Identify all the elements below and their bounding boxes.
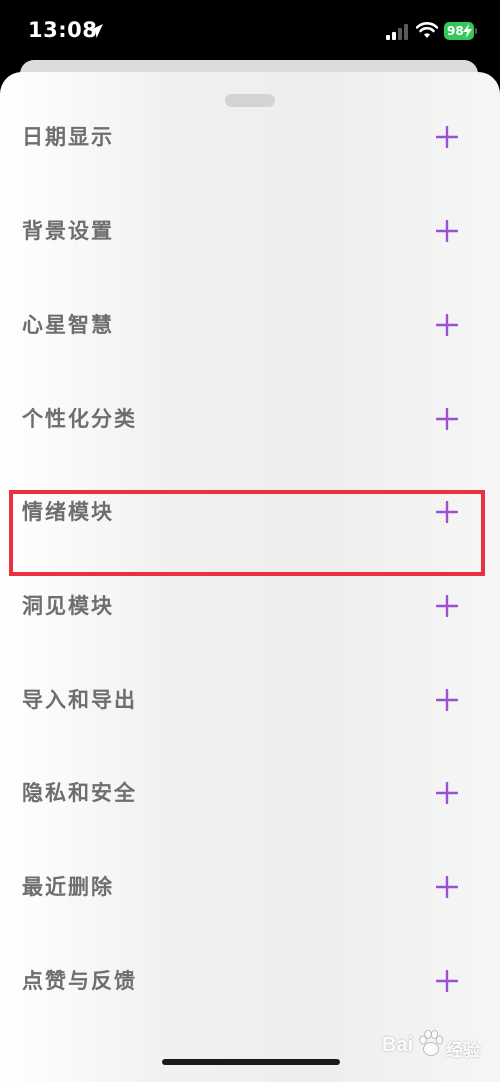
menu-item-label: 导入和导出 — [22, 688, 137, 712]
menu-item-insight-module[interactable]: 洞见模块 — [0, 575, 500, 635]
plus-icon[interactable] — [436, 314, 458, 336]
wifi-icon — [416, 22, 438, 38]
paw-icon — [419, 1030, 444, 1056]
status-bar: 13:08 98 — [0, 0, 500, 62]
menu-item-label: 隐私和安全 — [22, 781, 137, 805]
menu-item-label: 最近删除 — [22, 875, 114, 899]
menu-item-recently-deleted[interactable]: 最近删除 — [0, 856, 500, 916]
menu-item-label: 心星智慧 — [22, 313, 114, 337]
watermark: Bai 经验 — [380, 1022, 496, 1072]
home-indicator[interactable] — [162, 1059, 340, 1065]
menu-item-label: 个性化分类 — [22, 407, 137, 431]
menu-item-label: 点赞与反馈 — [22, 969, 137, 993]
plus-icon[interactable] — [436, 220, 458, 242]
plus-icon[interactable] — [436, 408, 458, 430]
menu-item-label: 洞见模块 — [22, 594, 114, 618]
menu-item-privacy-security[interactable]: 隐私和安全 — [0, 762, 500, 822]
settings-sheet: 日期显示 背景设置 心星智慧 个性化分类 情绪模块 洞见模块 导入和导出 隐私和… — [0, 72, 500, 1082]
location-arrow-icon — [89, 24, 103, 38]
plus-icon[interactable] — [436, 126, 458, 148]
plus-icon[interactable] — [436, 876, 458, 898]
menu-item-background-settings[interactable]: 背景设置 — [0, 200, 500, 260]
charging-bolt-icon — [463, 24, 472, 38]
menu-item-import-export[interactable]: 导入和导出 — [0, 669, 500, 729]
watermark-suffix: 经验 — [446, 1041, 480, 1060]
menu-item-label: 日期显示 — [22, 125, 114, 149]
plus-icon[interactable] — [436, 595, 458, 617]
plus-icon[interactable] — [436, 689, 458, 711]
battery-cap — [475, 28, 477, 34]
plus-icon[interactable] — [436, 782, 458, 804]
menu-item-heart-star-wisdom[interactable]: 心星智慧 — [0, 294, 500, 354]
cellular-signal-icon — [386, 24, 408, 40]
menu-item-personalized-categories[interactable]: 个性化分类 — [0, 388, 500, 448]
menu-item-like-feedback[interactable]: 点赞与反馈 — [0, 950, 500, 1010]
highlight-annotation-box — [9, 490, 485, 576]
plus-icon[interactable] — [436, 970, 458, 992]
watermark-brand: Bai — [382, 1034, 414, 1056]
menu-item-label: 背景设置 — [22, 219, 114, 243]
app-screen: 13:08 98 日期显示 背景设置 心星智慧 个性化分类 情绪模块 洞见模块 … — [0, 0, 500, 1082]
battery-level: 98 — [447, 24, 464, 38]
battery-indicator: 98 — [444, 22, 474, 40]
menu-item-date-display[interactable]: 日期显示 — [0, 106, 500, 166]
